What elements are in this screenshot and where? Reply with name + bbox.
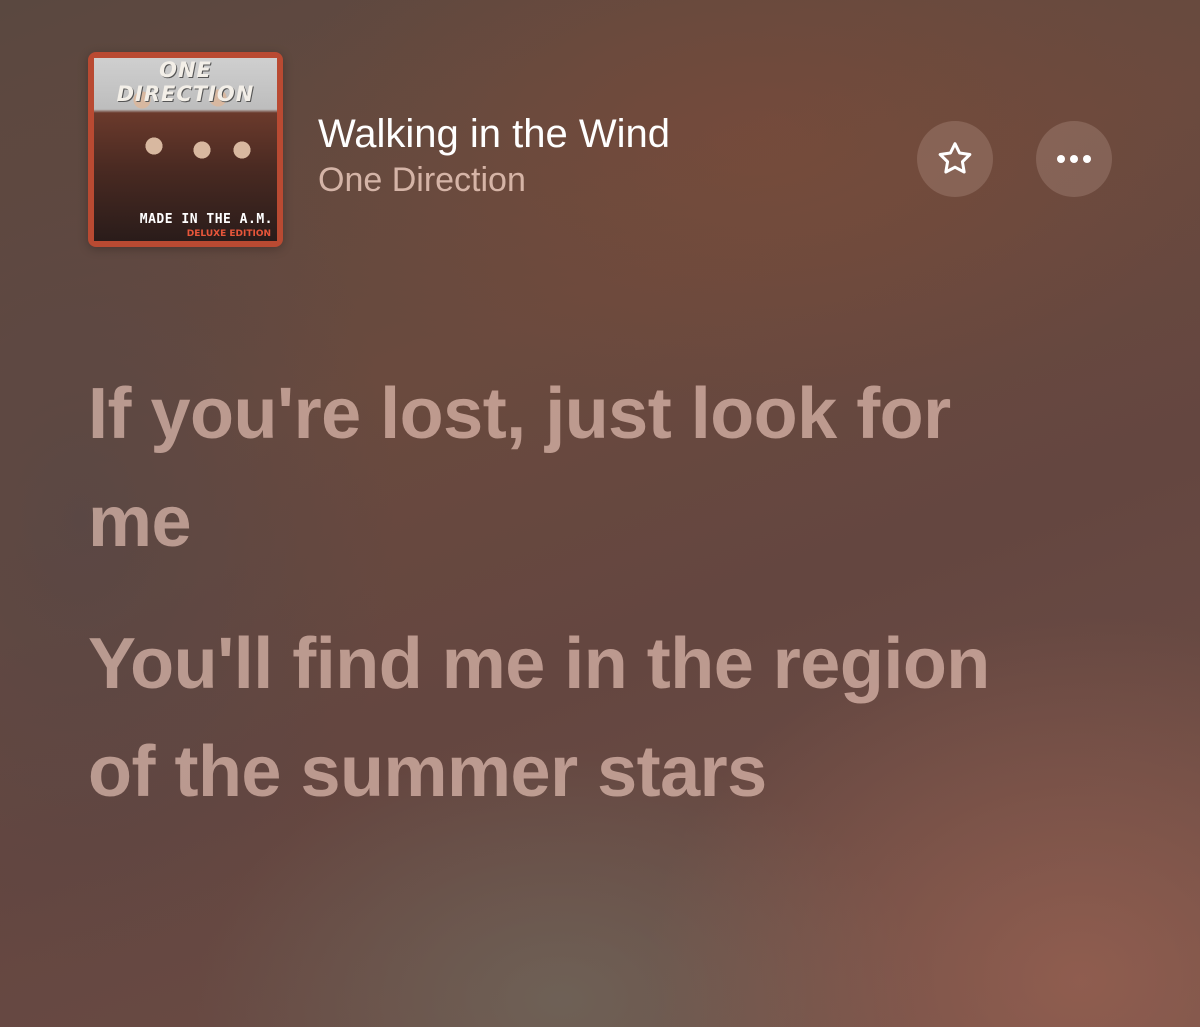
- star-outline-icon: [938, 142, 972, 174]
- track-info[interactable]: Walking in the Wind One Direction: [318, 110, 670, 202]
- album-title-text: MADE IN THE A.M.: [139, 212, 273, 227]
- album-edition-text: DELUXE EDITION: [186, 229, 271, 239]
- album-band-logo: ONE DIRECTION: [116, 58, 255, 106]
- now-playing-header: ONE DIRECTION MADE IN THE A.M. DELUXE ED…: [88, 52, 1118, 247]
- artist-name[interactable]: One Direction: [318, 158, 670, 202]
- song-title: Walking in the Wind: [318, 112, 670, 156]
- lyric-line[interactable]: If you're lost, just look for me: [88, 360, 1048, 576]
- lyrics-panel: If you're lost, just look for me You'll …: [88, 360, 1048, 860]
- album-artwork[interactable]: ONE DIRECTION MADE IN THE A.M. DELUXE ED…: [88, 52, 283, 247]
- more-options-button[interactable]: [1036, 121, 1112, 197]
- favorite-button[interactable]: [917, 121, 993, 197]
- lyric-line[interactable]: You'll find me in the region of the summ…: [88, 610, 1048, 826]
- ellipsis-icon: [1057, 155, 1091, 163]
